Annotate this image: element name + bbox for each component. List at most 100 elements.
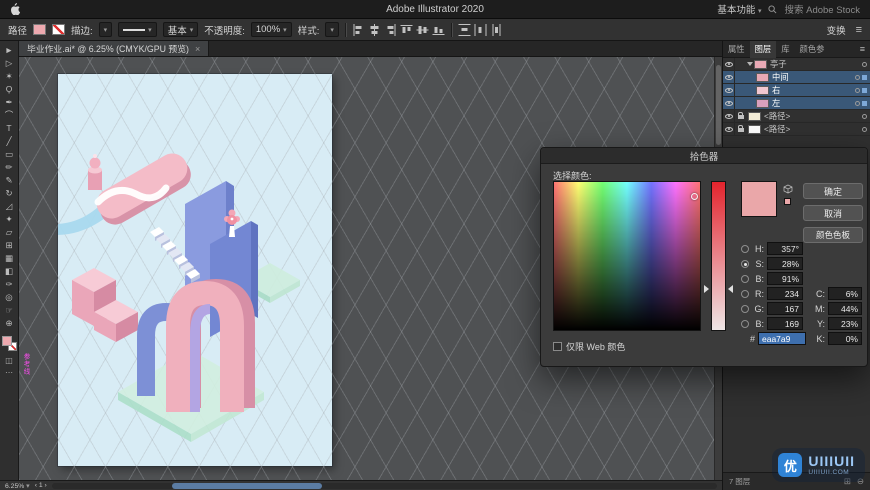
rectangle-tool[interactable]: ▭ — [1, 148, 18, 161]
panel-tab-properties[interactable]: 属性 — [723, 41, 750, 58]
free-transform-tool[interactable]: ▱ — [1, 226, 18, 239]
saturation-slider[interactable] — [711, 181, 726, 331]
layer-name[interactable]: 左 — [772, 97, 780, 109]
magic-wand-tool[interactable]: ✶ — [1, 70, 18, 83]
red-radio[interactable] — [741, 289, 749, 298]
layer-row[interactable]: 左 — [723, 96, 870, 110]
target-circle-icon[interactable] — [862, 113, 867, 119]
stroke-color-swatch[interactable] — [52, 24, 66, 35]
horizontal-scrollbar[interactable] — [51, 482, 717, 489]
align-left-icon[interactable] — [352, 23, 365, 36]
lock-icon[interactable] — [737, 125, 744, 132]
layer-name[interactable]: 中间 — [772, 71, 789, 83]
layer-thumbnail[interactable] — [756, 98, 769, 108]
visibility-eye-icon[interactable] — [724, 126, 733, 132]
selection-tool[interactable]: ► — [1, 44, 18, 57]
zoom-tool[interactable]: ⊕ — [1, 317, 18, 330]
prev-artboard-icon[interactable]: ‹ — [35, 482, 37, 489]
paintbrush-tool[interactable]: ✏ — [1, 161, 18, 174]
rotate-tool[interactable]: ↻ — [1, 187, 18, 200]
visibility-eye-icon[interactable] — [724, 74, 733, 80]
green-field[interactable]: 167 — [767, 302, 803, 315]
cyan-field[interactable]: 6% — [828, 287, 862, 300]
horizontal-scroll-thumb[interactable] — [171, 482, 322, 489]
align-center-horizontal-icon[interactable] — [368, 23, 381, 36]
distribute-horizontal-icon[interactable] — [474, 23, 487, 36]
gamut-swatch[interactable] — [784, 198, 791, 205]
layer-row[interactable]: 亭子 — [723, 57, 870, 71]
target-circle-icon[interactable] — [855, 74, 860, 80]
ok-button[interactable]: 确定 — [803, 183, 863, 199]
red-field[interactable]: 234 — [767, 287, 803, 300]
layer-thumbnail[interactable] — [754, 59, 767, 69]
layer-name[interactable]: 右 — [772, 84, 780, 96]
distribute-center-icon[interactable] — [490, 23, 503, 36]
blend-tool[interactable]: ◎ — [1, 291, 18, 304]
visibility-eye-icon[interactable] — [724, 113, 733, 119]
opacity-dropdown[interactable]: 100% ▾ — [250, 22, 292, 37]
top-platform[interactable] — [88, 148, 196, 230]
color-field[interactable] — [553, 181, 701, 331]
magenta-field[interactable]: 44% — [828, 302, 862, 315]
brightness-field[interactable]: 91% — [767, 272, 803, 285]
next-artboard-icon[interactable]: › — [45, 482, 47, 489]
brush-dropdown[interactable]: 基本 ▾ — [162, 22, 199, 37]
target-circle-icon[interactable] — [855, 100, 860, 106]
layer-row[interactable]: 右 — [723, 83, 870, 97]
lock-icon[interactable] — [737, 112, 744, 119]
search-icon[interactable] — [768, 4, 777, 14]
yellow-field[interactable]: 23% — [828, 317, 862, 330]
brightness-radio[interactable] — [741, 274, 749, 283]
layer-thumbnail[interactable] — [756, 72, 769, 82]
zoom-level[interactable]: 6.25% ▾ — [5, 482, 30, 490]
width-tool[interactable]: ✦ — [1, 213, 18, 226]
vertical-scroll-thumb[interactable] — [716, 65, 721, 145]
pen-tool[interactable]: ✒ — [1, 96, 18, 109]
type-tool[interactable]: T — [1, 122, 18, 135]
slider-arrow-right-icon[interactable] — [728, 285, 733, 293]
visibility-eye-icon[interactable] — [724, 100, 733, 106]
shape-builder-tool[interactable]: ⊞ — [1, 239, 18, 252]
stroke-weight-dropdown[interactable]: ▾ — [98, 22, 113, 37]
panel-tab-color-guide[interactable]: 颜色参 — [795, 41, 830, 58]
search-adobe-stock[interactable]: 搜索 Adobe Stock — [784, 2, 860, 16]
web-color-cube-icon[interactable] — [783, 184, 793, 196]
distribute-vertical-icon[interactable] — [458, 23, 471, 36]
line-segment-tool[interactable]: ╱ — [1, 135, 18, 148]
fill-pink-swatch[interactable] — [1, 336, 12, 346]
blue-radio[interactable] — [741, 319, 749, 328]
align-middle-icon[interactable] — [416, 24, 429, 36]
artboard-nav[interactable]: ‹ 1 › — [35, 482, 47, 489]
hue-radio[interactable] — [741, 244, 749, 253]
black-field[interactable]: 0% — [828, 332, 862, 345]
slider-arrow-left-icon[interactable] — [704, 285, 709, 293]
layer-name[interactable]: 亭子 — [770, 58, 787, 70]
color-swatches-button[interactable]: 颜色色板 — [803, 227, 863, 243]
dock-menu-icon[interactable]: ≡ — [855, 44, 870, 54]
saturation-radio[interactable] — [741, 259, 749, 268]
dialog-title[interactable]: 拾色器 — [541, 148, 867, 164]
layer-thumbnail[interactable] — [748, 111, 761, 121]
layer-row[interactable]: 中间 — [723, 70, 870, 84]
hand-tool[interactable]: ☞ — [1, 304, 18, 317]
cancel-button[interactable]: 取消 — [803, 205, 863, 221]
curvature-tool[interactable]: ⌒ — [1, 109, 18, 122]
panel-tab-layers[interactable]: 图层 — [749, 40, 777, 58]
align-bottom-icon[interactable] — [432, 24, 445, 36]
hex-field[interactable]: eaa7a9 — [758, 332, 806, 345]
hue-field[interactable]: 357° — [767, 242, 803, 255]
visibility-eye-icon[interactable] — [724, 87, 733, 93]
layer-thumbnail[interactable] — [748, 124, 761, 134]
target-circle-icon[interactable] — [862, 61, 867, 67]
web-only-checkbox[interactable] — [553, 342, 562, 351]
align-right-icon[interactable] — [384, 23, 397, 36]
close-tab-icon[interactable]: × — [195, 44, 200, 54]
expand-triangle-icon[interactable] — [747, 62, 753, 66]
draw-mode-icon[interactable]: ◫ — [5, 356, 13, 365]
green-radio[interactable] — [741, 304, 749, 313]
panel-menu-icon[interactable]: ≡ — [856, 24, 862, 36]
blue-field[interactable]: 169 — [767, 317, 803, 330]
workspace-switcher[interactable]: 基本功能 ▾ — [717, 2, 761, 16]
fill-color-swatch[interactable] — [33, 24, 47, 35]
pink-block[interactable] — [72, 268, 138, 342]
